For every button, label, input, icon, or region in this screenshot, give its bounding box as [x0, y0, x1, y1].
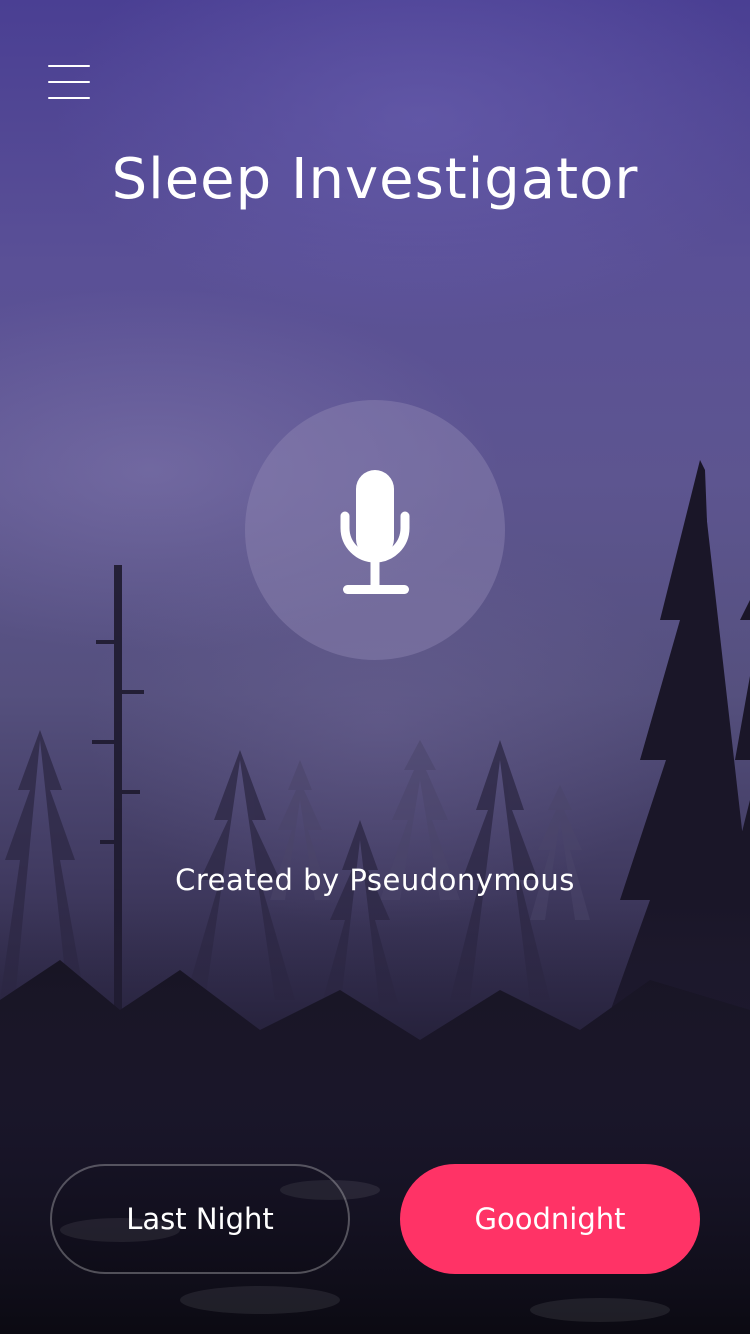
creator-credit: Created by Pseudonymous [175, 863, 575, 897]
hamburger-menu-icon-line [48, 81, 90, 83]
hamburger-menu-icon-line [48, 97, 90, 99]
app-screen: Sleep Investigator Created by Pseudonymo… [0, 0, 750, 1334]
app-title: Sleep Investigator [111, 147, 639, 212]
last-night-button[interactable]: Last Night [50, 1164, 350, 1274]
record-button[interactable] [245, 400, 505, 660]
goodnight-button[interactable]: Goodnight [400, 1164, 700, 1274]
hamburger-menu-icon [48, 65, 90, 67]
microphone-icon [340, 470, 410, 594]
menu-button[interactable] [44, 58, 96, 106]
